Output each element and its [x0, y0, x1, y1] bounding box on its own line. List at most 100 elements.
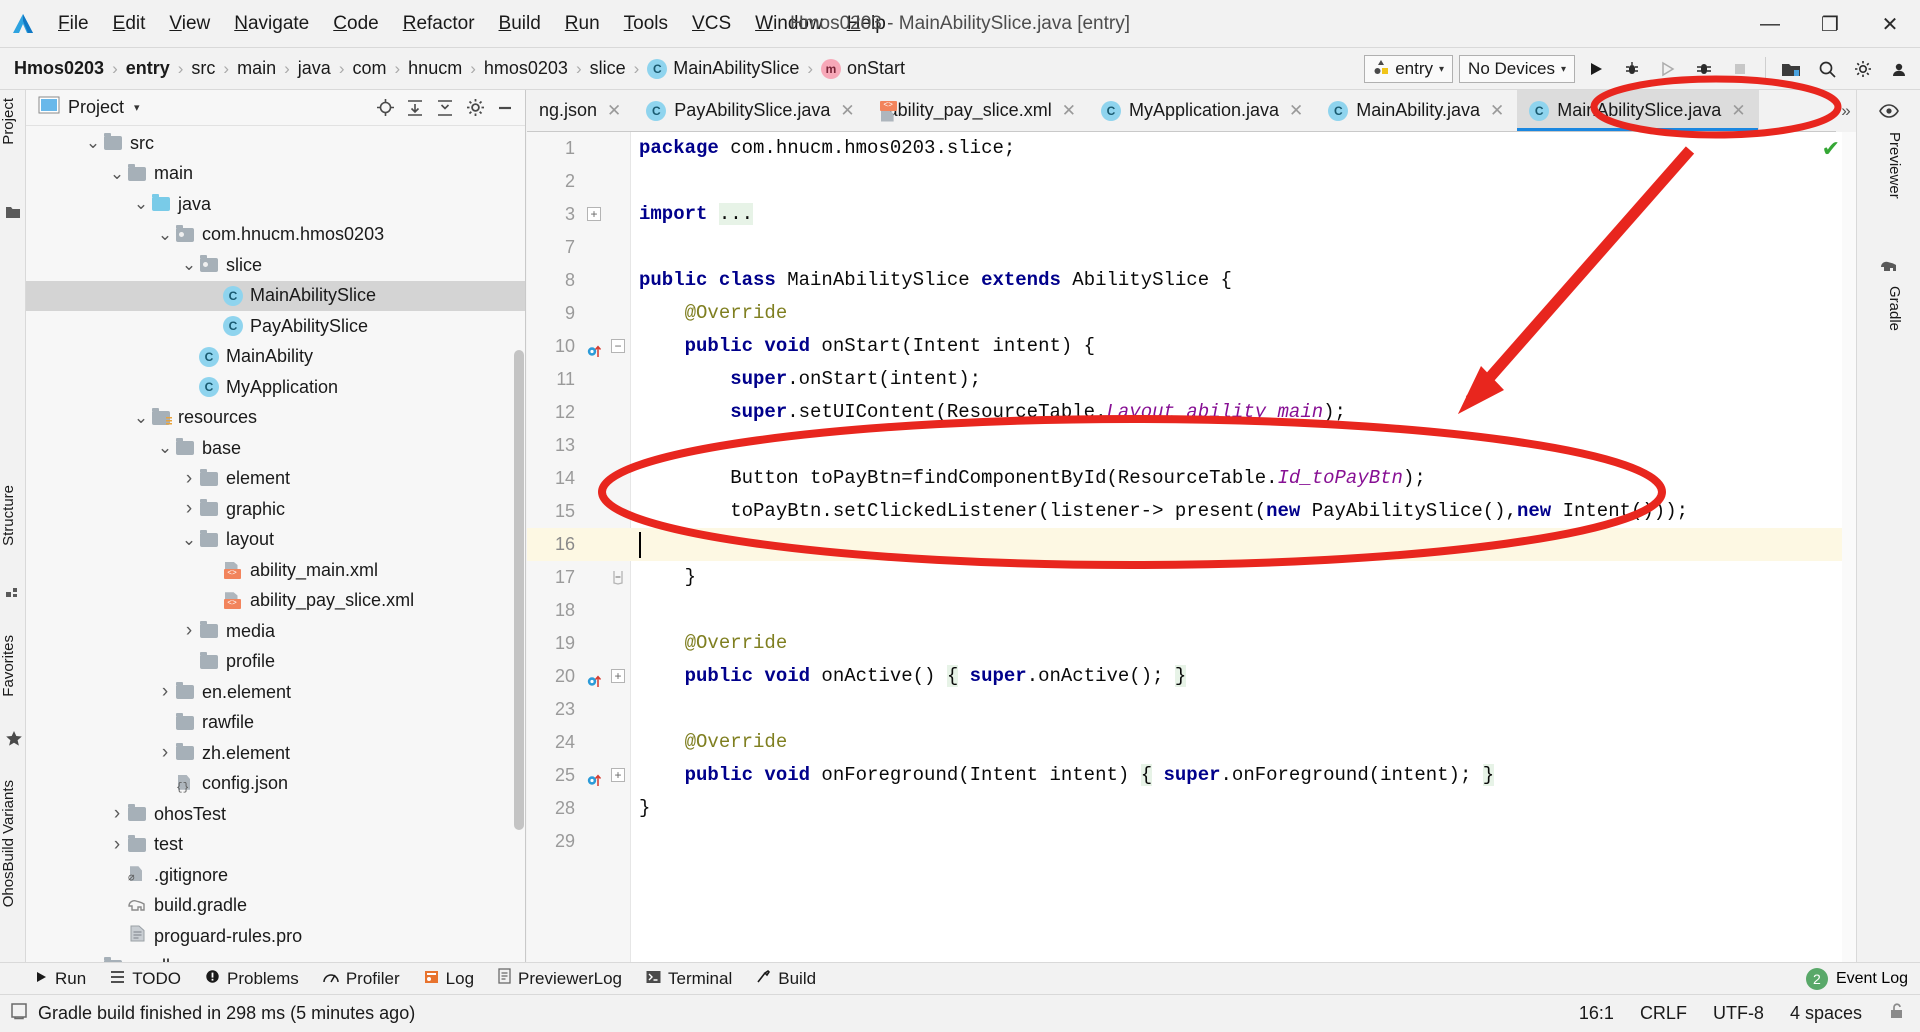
line-number[interactable]: 15 — [527, 495, 575, 528]
code-line-23[interactable]: 23 — [527, 693, 1856, 726]
menu-item-help[interactable]: Help — [835, 9, 898, 39]
code-line-3[interactable]: 3 + import ... — [527, 198, 1856, 231]
run-with-coverage-button[interactable] — [1653, 54, 1683, 84]
tree-node-config-json[interactable]: {} config.json — [26, 769, 525, 800]
tree-node-media[interactable]: › media — [26, 616, 525, 647]
code-line-17[interactable]: 17 } — [527, 561, 1856, 594]
editor-tab-myapplication-java[interactable]: C MyApplication.java ✕ — [1089, 90, 1316, 131]
gutter-marks[interactable]: − — [581, 330, 627, 363]
close-icon[interactable]: ✕ — [1289, 101, 1303, 121]
code-line-24[interactable]: 24 @Override — [527, 726, 1856, 759]
tree-node-resources[interactable]: ⌄ resources — [26, 403, 525, 434]
tree-node-zh-element[interactable]: › zh.element — [26, 738, 525, 769]
code-line-20[interactable]: 20 + public void onActive() { super.onAct… — [527, 660, 1856, 693]
code-line-7[interactable]: 7 — [527, 231, 1856, 264]
chevron-down-icon[interactable]: ⌄ — [108, 165, 126, 182]
tree-node-ability-main-xml[interactable]: <> ability_main.xml — [26, 555, 525, 586]
line-number[interactable]: 24 — [527, 726, 575, 759]
gutter-marks[interactable] — [581, 693, 627, 726]
gear-icon[interactable] — [465, 98, 485, 118]
bottom-bar-item-todo[interactable]: TODO — [110, 969, 181, 989]
tree-node-graphic[interactable]: › graphic — [26, 494, 525, 525]
bottom-bar-item-log[interactable]: Log — [424, 969, 474, 989]
tree-node-java[interactable]: ⌄ java — [26, 189, 525, 220]
maximize-button[interactable]: ❐ — [1800, 0, 1860, 48]
tree-node-mainability[interactable]: C MainAbility — [26, 342, 525, 373]
menu-item-run[interactable]: Run — [553, 9, 612, 39]
chevron-right-icon[interactable]: › — [156, 681, 174, 703]
tree-node-src[interactable]: ⌄ src — [26, 128, 525, 159]
editor-tab-ability-pay-slice-xml[interactable]: <> ability_pay_slice.xml ✕ — [868, 90, 1089, 131]
chevron-right-icon[interactable]: › — [180, 468, 198, 490]
close-icon[interactable]: ✕ — [840, 101, 854, 121]
line-number[interactable]: 11 — [527, 363, 575, 396]
close-icon[interactable]: ✕ — [1062, 101, 1076, 121]
code-line-13[interactable]: 13 — [527, 429, 1856, 462]
gutter-marks[interactable] — [581, 297, 627, 330]
line-number[interactable]: 8 — [527, 264, 575, 297]
gutter-marks[interactable] — [581, 528, 627, 561]
code-line-25[interactable]: 25 + public void onForeground(Intent inte… — [527, 759, 1856, 792]
line-number[interactable]: 12 — [527, 396, 575, 429]
breadcrumb-item-com[interactable]: com — [352, 58, 386, 79]
project-tree[interactable]: ⌄ src ⌄ main ⌄ java ⌄ com.hnucm.hmos0203 ⌄ slice C… — [26, 126, 525, 970]
line-number[interactable]: 14 — [527, 462, 575, 495]
line-number[interactable]: 13 — [527, 429, 575, 462]
user-account-icon[interactable] — [1884, 54, 1914, 84]
menu-item-vcs[interactable]: VCS — [680, 9, 743, 39]
override-marker-icon[interactable] — [587, 767, 602, 786]
override-marker-icon[interactable] — [587, 668, 602, 687]
stop-button[interactable] — [1725, 54, 1755, 84]
sidebar-item-gradle[interactable]: Gradle — [1877, 286, 1903, 331]
gutter-marks[interactable] — [581, 396, 627, 429]
inspection-status-icon[interactable]: ✔ — [1822, 136, 1840, 162]
code-line-14[interactable]: 14 Button toPayBtn=findComponentById(Res… — [527, 462, 1856, 495]
code-line-29[interactable]: 29 — [527, 825, 1856, 858]
tree-node-proguard-rules-pro[interactable]: proguard-rules.pro — [26, 921, 525, 952]
editor-tab-mainability-java[interactable]: C MainAbility.java ✕ — [1316, 90, 1517, 131]
chevron-down-icon[interactable]: ▾ — [134, 101, 140, 114]
breadcrumb-item-mainabilityslice[interactable]: C MainAbilitySlice — [647, 58, 799, 79]
breadcrumb-item-java[interactable]: java — [298, 58, 331, 79]
chevron-down-icon[interactable]: ⌄ — [180, 256, 198, 273]
gutter-marks[interactable] — [581, 561, 627, 594]
project-tree-scrollbar[interactable] — [514, 350, 524, 830]
gutter-marks[interactable] — [581, 429, 627, 462]
lock-icon[interactable] — [1888, 1002, 1906, 1025]
code-line-10[interactable]: 10 − public void onStart(Intent intent) { — [527, 330, 1856, 363]
tree-node-test[interactable]: › test — [26, 830, 525, 861]
gutter-marks[interactable] — [581, 726, 627, 759]
sidebar-item-previewer[interactable]: Previewer — [1877, 132, 1903, 199]
tree-node-en-element[interactable]: › en.element — [26, 677, 525, 708]
sidebar-item-project[interactable]: Project — [0, 98, 26, 145]
file-encoding[interactable]: UTF-8 — [1713, 1003, 1764, 1024]
code-line-2[interactable]: 2 — [527, 165, 1856, 198]
minimize-button[interactable]: — — [1740, 0, 1800, 48]
breadcrumb-item-main[interactable]: main — [237, 58, 276, 79]
tree-node-com-hnucm-hmos0203[interactable]: ⌄ com.hnucm.hmos0203 — [26, 220, 525, 251]
chevron-down-icon[interactable]: ⌄ — [84, 134, 102, 151]
sidebar-item-favorites[interactable]: Favorites — [0, 635, 26, 697]
gutter-marks[interactable] — [581, 792, 627, 825]
tree-node--gitignore[interactable]: ∅ .gitignore — [26, 860, 525, 891]
collapse-all-icon[interactable] — [435, 98, 455, 118]
line-number[interactable]: 17 — [527, 561, 575, 594]
menu-item-code[interactable]: Code — [321, 9, 390, 39]
gutter-marks[interactable]: + — [581, 198, 627, 231]
code-line-11[interactable]: 11 super.onStart(intent); — [527, 363, 1856, 396]
breadcrumb-item-hmos0203[interactable]: hmos0203 — [484, 58, 568, 79]
gutter-marks[interactable] — [581, 132, 627, 165]
menu-item-edit[interactable]: Edit — [101, 9, 158, 39]
tree-node-main[interactable]: ⌄ main — [26, 159, 525, 190]
star-icon[interactable] — [5, 730, 22, 746]
gutter-marks[interactable] — [581, 165, 627, 198]
gutter-marks[interactable] — [581, 495, 627, 528]
menu-item-view[interactable]: View — [157, 9, 222, 39]
line-number[interactable]: 2 — [527, 165, 575, 198]
tree-node-mainabilityslice[interactable]: C MainAbilitySlice — [26, 280, 525, 311]
gutter-marks[interactable] — [581, 825, 627, 858]
sidebar-item-ohosbuild-variants[interactable]: OhosBuild Variants — [0, 780, 26, 907]
close-icon[interactable]: ✕ — [1731, 101, 1745, 121]
menu-item-tools[interactable]: Tools — [612, 9, 680, 39]
chevron-down-icon[interactable]: ⌄ — [132, 409, 150, 426]
